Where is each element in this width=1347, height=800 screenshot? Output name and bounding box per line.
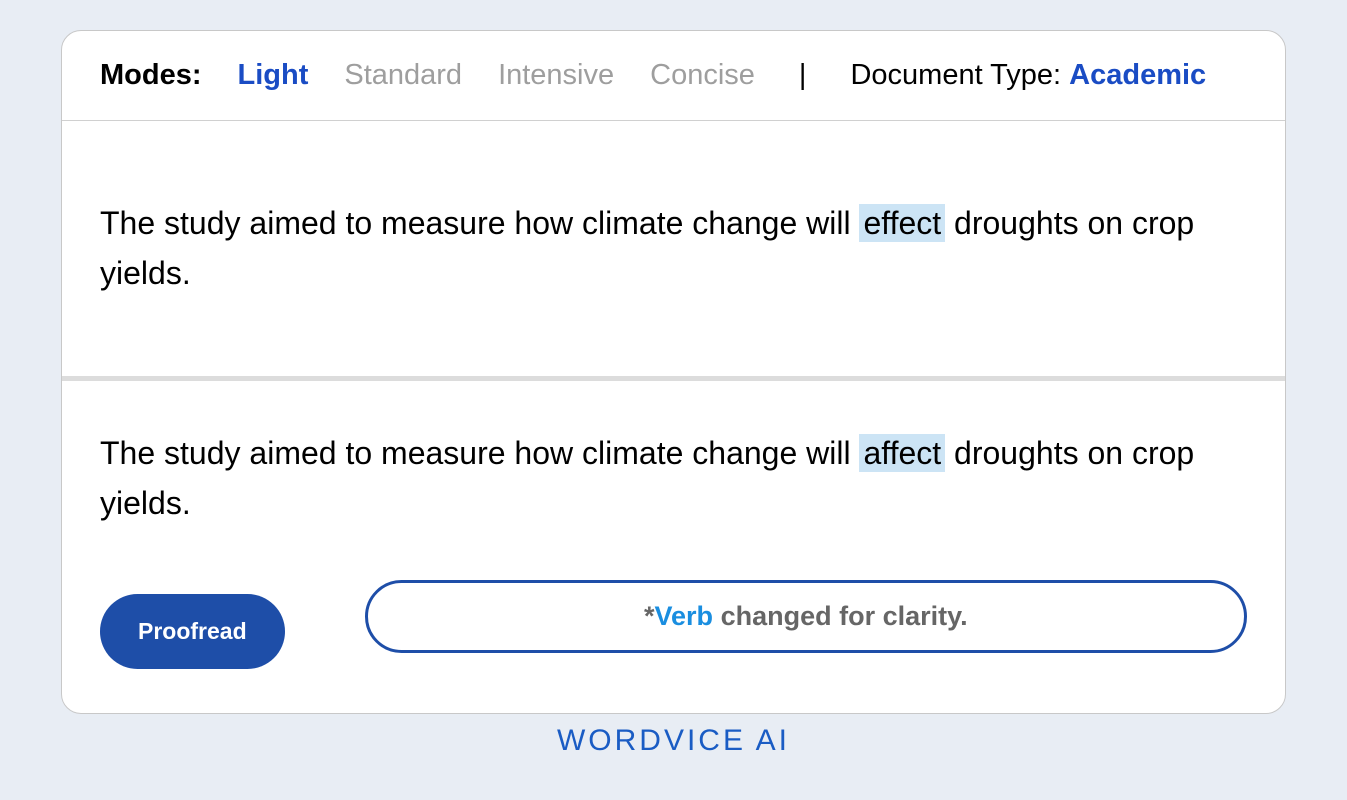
mode-intensive[interactable]: Intensive <box>498 59 614 92</box>
explanation-highlight: Verb <box>655 601 714 631</box>
divider: | <box>799 59 807 92</box>
modes-label: Modes: <box>100 59 202 92</box>
footer-logo: WORDVICE AI <box>557 724 790 758</box>
original-text-panel: The study aimed to measure how climate c… <box>62 121 1285 381</box>
mode-light[interactable]: Light <box>238 59 309 92</box>
corrected-text: The study aimed to measure how climate c… <box>100 429 1247 528</box>
doctype-value[interactable]: Academic <box>1069 59 1206 91</box>
corrected-prefix: The study aimed to measure how climate c… <box>100 435 859 471</box>
explanation-star: * <box>644 601 655 631</box>
bottom-controls: Proofread *Verb changed for clarity. <box>100 580 1247 683</box>
original-prefix: The study aimed to measure how climate c… <box>100 205 859 241</box>
doctype-label: Document Type: <box>850 59 1069 91</box>
original-text[interactable]: The study aimed to measure how climate c… <box>100 199 1247 298</box>
card-header: Modes: Light Standard Intensive Concise … <box>62 31 1285 121</box>
corrected-text-panel: The study aimed to measure how climate c… <box>62 381 1285 713</box>
doctype-group: Document Type: Academic <box>850 59 1206 92</box>
explanation-rest: changed for clarity. <box>713 601 968 631</box>
mode-concise[interactable]: Concise <box>650 59 755 92</box>
explanation-pill: *Verb changed for clarity. <box>365 580 1247 653</box>
mode-standard[interactable]: Standard <box>344 59 462 92</box>
proofread-button[interactable]: Proofread <box>100 594 285 669</box>
original-highlight: effect <box>859 204 945 242</box>
corrected-highlight: affect <box>859 434 945 472</box>
proofread-card: Modes: Light Standard Intensive Concise … <box>61 30 1286 714</box>
